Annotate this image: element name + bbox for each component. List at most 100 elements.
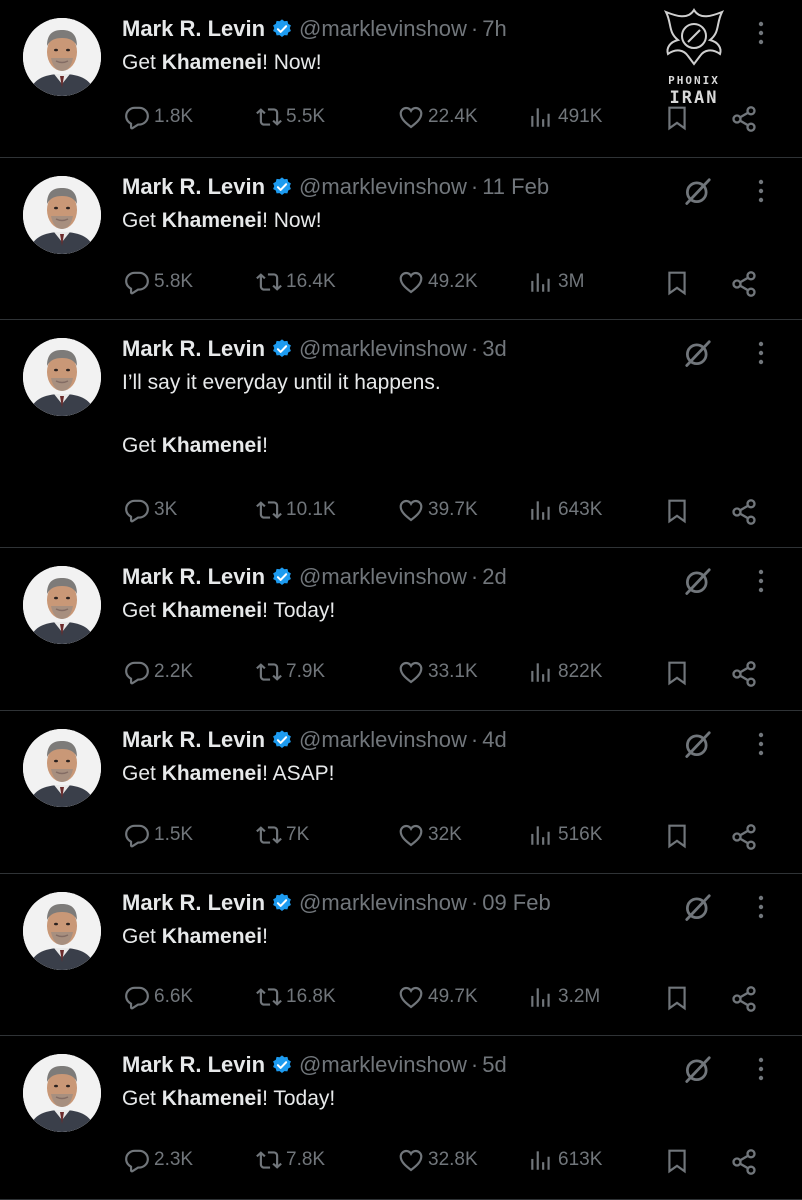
author-name[interactable]: Mark R. Levin — [122, 16, 265, 42]
reply-button[interactable]: 1.8K — [124, 102, 193, 132]
tweet-text-bold: Khamenei — [161, 1087, 263, 1110]
author-handle[interactable]: @marklevinshow — [299, 727, 467, 753]
like-button[interactable]: 33.1K — [398, 657, 478, 687]
avatar-image — [23, 566, 101, 644]
bookmark-icon[interactable] — [664, 660, 690, 686]
author-handle[interactable]: @marklevinshow — [299, 336, 467, 362]
heart-icon — [398, 1147, 424, 1173]
like-button[interactable]: 32K — [398, 820, 462, 850]
reply-button[interactable]: 5.8K — [124, 267, 193, 297]
tweet-text-prefix: Get — [122, 434, 162, 457]
avatar[interactable] — [23, 18, 101, 96]
grok-icon[interactable] — [683, 566, 713, 596]
repost-button[interactable]: 5.5K — [256, 102, 325, 132]
repost-button[interactable]: 7.9K — [256, 657, 325, 687]
reply-button[interactable]: 6.6K — [124, 982, 193, 1012]
views-button[interactable]: 3.2M — [528, 982, 600, 1012]
more-icon[interactable] — [754, 1056, 768, 1082]
views-button[interactable]: 822K — [528, 657, 602, 687]
tweet[interactable]: Mark R. Levin @marklevinshow · 5d Get Khamen… — [0, 1036, 802, 1200]
reply-button[interactable]: 2.3K — [124, 1145, 193, 1175]
share-icon[interactable] — [730, 1148, 758, 1176]
bookmark-icon[interactable] — [664, 1148, 690, 1174]
bookmark-icon[interactable] — [664, 823, 690, 849]
timestamp[interactable]: 5d — [482, 1052, 506, 1078]
tweet[interactable]: Mark R. Levin @marklevinshow · 11 Feb Get Kh… — [0, 158, 802, 320]
views-button[interactable]: 516K — [528, 820, 602, 850]
views-button[interactable]: 643K — [528, 495, 602, 525]
author-name[interactable]: Mark R. Levin — [122, 564, 265, 590]
avatar[interactable] — [23, 892, 101, 970]
phoenix-iran-watermark: PHONIX IRAN — [648, 2, 740, 110]
avatar-image — [23, 338, 101, 416]
share-icon[interactable] — [730, 985, 758, 1013]
like-button[interactable]: 49.2K — [398, 267, 478, 297]
reply-button[interactable]: 1.5K — [124, 820, 193, 850]
author-name[interactable]: Mark R. Levin — [122, 1052, 265, 1078]
tweet[interactable]: Mark R. Levin @marklevinshow · 09 Feb Get Kh… — [0, 874, 802, 1036]
views-button[interactable]: 491K — [528, 102, 602, 132]
author-handle[interactable]: @marklevinshow — [299, 16, 467, 42]
avatar[interactable] — [23, 566, 101, 644]
repost-button[interactable]: 7.8K — [256, 1145, 325, 1175]
like-button[interactable]: 22.4K — [398, 102, 478, 132]
more-icon[interactable] — [754, 568, 768, 594]
like-button[interactable]: 39.7K — [398, 495, 478, 525]
bookmark-icon[interactable] — [664, 985, 690, 1011]
timestamp[interactable]: 11 Feb — [482, 174, 549, 200]
grok-icon[interactable] — [683, 338, 713, 368]
author-name[interactable]: Mark R. Levin — [122, 174, 265, 200]
tweet[interactable]: Mark R. Levin @marklevinshow · 4d Get Khamen… — [0, 711, 802, 874]
tweet-text-prefix: Get — [122, 51, 162, 74]
tweet-header: Mark R. Levin @marklevinshow · 7h — [122, 14, 507, 44]
bookmark-icon[interactable] — [664, 270, 690, 296]
more-icon[interactable] — [754, 894, 768, 920]
grok-icon[interactable] — [683, 176, 713, 206]
avatar[interactable] — [23, 1054, 101, 1132]
likes-count: 39.7K — [428, 499, 478, 520]
timestamp[interactable]: 4d — [482, 727, 506, 753]
author-name[interactable]: Mark R. Levin — [122, 336, 265, 362]
share-icon[interactable] — [730, 270, 758, 298]
views-button[interactable]: 613K — [528, 1145, 602, 1175]
timestamp[interactable]: 2d — [482, 564, 506, 590]
separator-dot: · — [470, 16, 479, 41]
repost-button[interactable]: 7K — [256, 820, 309, 850]
avatar[interactable] — [23, 729, 101, 807]
avatar[interactable] — [23, 176, 101, 254]
like-button[interactable]: 49.7K — [398, 982, 478, 1012]
tweet[interactable]: Mark R. Levin @marklevinshow · 3d I’ll say i… — [0, 320, 802, 548]
author-handle[interactable]: @marklevinshow — [299, 564, 467, 590]
views-button[interactable]: 3M — [528, 267, 584, 297]
avatar[interactable] — [23, 338, 101, 416]
reply-button[interactable]: 2.2K — [124, 657, 193, 687]
author-handle[interactable]: @marklevinshow — [299, 174, 467, 200]
timestamp[interactable]: 09 Feb — [482, 890, 551, 916]
more-icon[interactable] — [754, 731, 768, 757]
share-icon[interactable] — [730, 660, 758, 688]
tweet-text-suffix: ! Now! — [262, 209, 322, 232]
more-icon[interactable] — [754, 340, 768, 366]
author-name[interactable]: Mark R. Levin — [122, 727, 265, 753]
author-handle[interactable]: @marklevinshow — [299, 1052, 467, 1078]
repost-button[interactable]: 16.8K — [256, 982, 336, 1012]
repost-button[interactable]: 10.1K — [256, 495, 336, 525]
share-icon[interactable] — [730, 498, 758, 526]
more-icon[interactable] — [754, 20, 768, 46]
tweet-header: Mark R. Levin @marklevinshow · 11 Feb — [122, 172, 549, 202]
tweet[interactable]: Mark R. Levin @marklevinshow · 2d Get Khamen… — [0, 548, 802, 711]
author-name[interactable]: Mark R. Levin — [122, 890, 265, 916]
repost-button[interactable]: 16.4K — [256, 267, 336, 297]
views-count: 3M — [558, 271, 585, 292]
timestamp[interactable]: 3d — [482, 336, 506, 362]
grok-icon[interactable] — [683, 892, 713, 922]
grok-icon[interactable] — [683, 1054, 713, 1084]
timestamp[interactable]: 7h — [482, 16, 506, 42]
grok-icon[interactable] — [683, 729, 713, 759]
like-button[interactable]: 32.8K — [398, 1145, 478, 1175]
author-handle[interactable]: @marklevinshow — [299, 890, 467, 916]
reply-button[interactable]: 3K — [124, 495, 177, 525]
bookmark-icon[interactable] — [664, 498, 690, 524]
share-icon[interactable] — [730, 823, 758, 851]
more-icon[interactable] — [754, 178, 768, 204]
